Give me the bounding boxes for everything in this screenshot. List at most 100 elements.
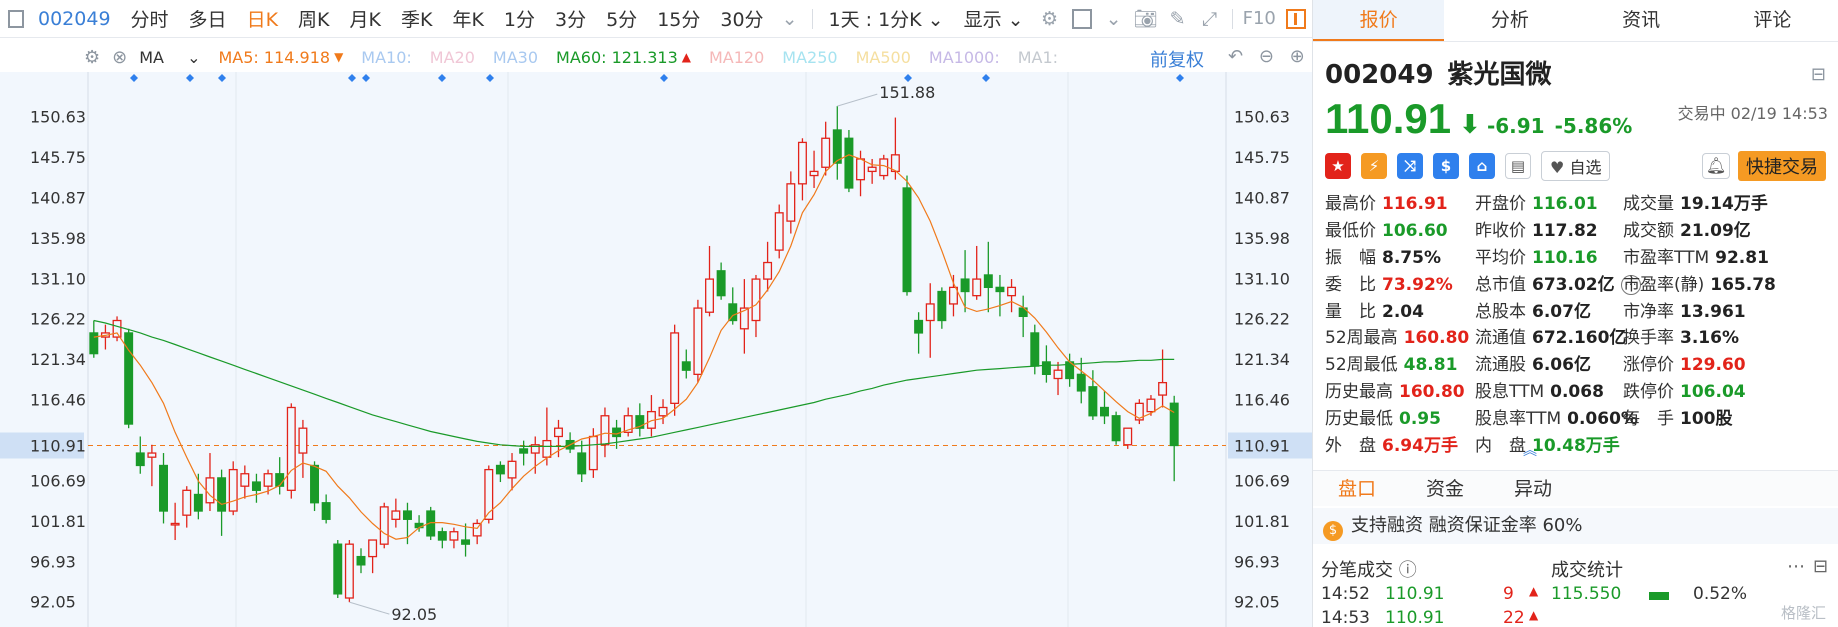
event-marker[interactable] (982, 74, 990, 82)
candle-body[interactable] (1123, 427, 1133, 446)
candle-body[interactable] (972, 278, 982, 297)
candle-body[interactable] (705, 278, 714, 313)
sub-tab-0[interactable]: 盘口 (1313, 471, 1401, 506)
candle-body[interactable] (251, 481, 261, 491)
event-marker[interactable] (362, 74, 370, 82)
candle-body[interactable] (1088, 386, 1098, 417)
candle-body[interactable] (310, 464, 320, 504)
candle-body[interactable] (263, 473, 273, 487)
candle-body[interactable] (960, 278, 970, 293)
close-icon[interactable]: ⊗ (112, 47, 127, 68)
candle-body[interactable] (832, 129, 842, 164)
candle-body[interactable] (391, 510, 401, 520)
candle-body[interactable] (983, 274, 993, 289)
candle-body[interactable] (217, 477, 227, 512)
candle-body[interactable] (368, 539, 378, 558)
candle-body[interactable] (89, 332, 99, 355)
bookmark-icon[interactable]: ▤ (1505, 153, 1531, 179)
layout-icon[interactable] (1066, 8, 1098, 30)
candle-body[interactable] (554, 427, 563, 438)
f10-button[interactable]: F10 (1239, 8, 1280, 29)
panel-tab-0[interactable]: 报价 (1313, 0, 1445, 41)
kline-svg[interactable]: 150.63 150.63 145.75 145.75 140.87 140.87 135.… (0, 72, 1312, 627)
period-tab-5[interactable]: 季K (391, 5, 442, 32)
expand-icon[interactable]: ︽ (1523, 440, 1537, 460)
candle-body[interactable] (356, 555, 366, 566)
candle-body[interactable] (170, 522, 180, 526)
candle-body[interactable] (763, 261, 773, 280)
candle-body[interactable] (135, 452, 145, 467)
candle-body[interactable] (786, 183, 796, 222)
candle-body[interactable] (1146, 398, 1156, 413)
candle-body[interactable] (1100, 406, 1109, 417)
event-marker[interactable] (186, 74, 194, 82)
candle-body[interactable] (716, 270, 726, 297)
candle-body[interactable] (867, 166, 877, 173)
candle-body[interactable] (1053, 369, 1063, 380)
gear-icon[interactable]: ⚙ (1034, 8, 1066, 30)
candle-body[interactable] (914, 319, 924, 334)
pencil-icon[interactable]: ✎ (1162, 8, 1194, 30)
display-dropdown[interactable]: 显示 ⌄ (954, 5, 1034, 32)
chevron-down-icon[interactable]: ⌄ (1098, 8, 1130, 30)
panel-tab-3[interactable]: 评论 (1707, 0, 1838, 41)
candle-body[interactable] (1030, 332, 1040, 367)
candle-body[interactable] (379, 506, 389, 545)
event-marker[interactable] (1176, 74, 1184, 82)
lightning-icon[interactable]: ⚡︎ (1361, 153, 1387, 179)
candle-body[interactable] (821, 137, 831, 168)
sub-tab-2[interactable]: 异动 (1489, 471, 1577, 506)
candle-body[interactable] (228, 468, 238, 512)
fullscreen-icon[interactable]: ⤢ (1194, 8, 1226, 30)
candle-body[interactable] (925, 303, 935, 322)
camera-icon[interactable]: 📷︎ (1130, 7, 1162, 30)
candle-body[interactable] (751, 278, 761, 322)
zoom-in-icon[interactable]: ⊕ (1290, 46, 1305, 67)
candle-body[interactable] (402, 510, 412, 520)
tick-list[interactable]: 14:52 110.91 9 ▲ 115.550 0.52% 14:53 110.91 22 ▲ (1313, 582, 1838, 627)
event-marker[interactable] (130, 74, 138, 82)
candle-body[interactable] (112, 319, 122, 338)
candle-body[interactable] (240, 473, 250, 487)
candle-body[interactable] (600, 415, 610, 446)
panel-tab-2[interactable]: 资讯 (1576, 0, 1707, 41)
candle-body[interactable] (286, 406, 296, 491)
collapse-icon[interactable]: ⊟ (1813, 556, 1828, 577)
candle-body[interactable] (449, 531, 459, 541)
candle-body[interactable] (658, 406, 668, 417)
candle-body[interactable] (797, 141, 807, 185)
dollar-icon[interactable]: $ (1433, 153, 1459, 179)
sidebar-toggle-icon[interactable] (0, 8, 32, 30)
candle-body[interactable] (159, 464, 168, 512)
watchlist-button[interactable]: ♥ 自选 (1541, 151, 1611, 181)
panel-tab-1[interactable]: 分析 (1444, 0, 1575, 41)
candle-body[interactable] (1076, 373, 1086, 392)
zoom-out-icon[interactable]: ⊖ (1259, 46, 1274, 67)
candle-body[interactable] (507, 460, 517, 479)
candle-body[interactable] (298, 427, 308, 454)
candle-body[interactable] (1041, 361, 1051, 376)
candle-body[interactable] (275, 473, 285, 487)
candle-body[interactable] (437, 531, 447, 541)
event-marker[interactable] (348, 74, 356, 82)
candle-body[interactable] (577, 452, 587, 475)
period-tab-1[interactable]: 多日 (179, 5, 237, 32)
candle-body[interactable] (856, 158, 866, 181)
candle-body[interactable] (588, 435, 598, 471)
chevron-down-icon[interactable]: ⌄ (774, 8, 806, 30)
event-marker[interactable] (904, 74, 912, 82)
candle-body[interactable] (542, 439, 552, 458)
tag-icon[interactable]: ⌂ (1469, 153, 1495, 179)
candle-body[interactable] (193, 493, 203, 512)
candle-body[interactable] (774, 212, 784, 251)
candle-body[interactable] (1169, 402, 1179, 447)
candle-body[interactable] (1158, 381, 1168, 396)
china-flag-icon[interactable]: ★ (1325, 153, 1351, 179)
candle-body[interactable] (519, 448, 529, 454)
candle-body[interactable] (995, 286, 1005, 293)
more-icon[interactable]: ⋯ (1787, 556, 1805, 577)
candle-body[interactable] (612, 427, 622, 438)
adjust-button[interactable]: 前复权 (1150, 46, 1204, 72)
sub-tab-1[interactable]: 资金 (1401, 471, 1489, 506)
collapse-icon[interactable]: ⊟ (1811, 64, 1826, 85)
